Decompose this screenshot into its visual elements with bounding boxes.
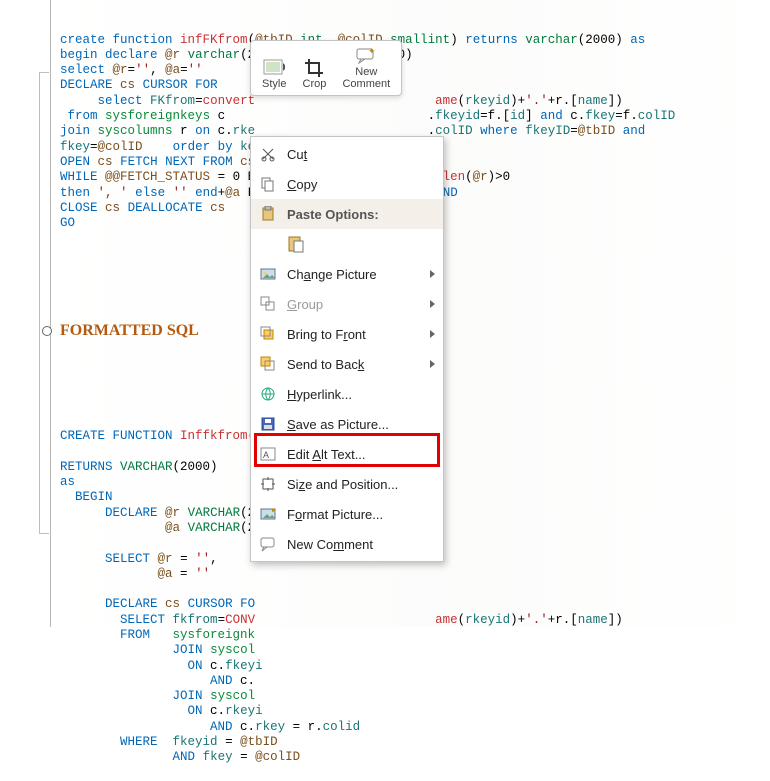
- style-icon: [262, 58, 286, 78]
- menu-hyperlink[interactable]: Hyperlink...: [251, 379, 443, 409]
- menu-save-as-picture-label: Save as Picture...: [287, 417, 435, 432]
- size-position-icon: [257, 473, 279, 495]
- comment-icon: [257, 533, 279, 555]
- cut-icon: [257, 143, 279, 165]
- alt-text-icon: A: [257, 443, 279, 465]
- menu-save-as-picture[interactable]: Save as Picture...: [251, 409, 443, 439]
- paste-default-icon: [285, 233, 307, 255]
- menu-alt-text-label: Edit Alt Text...: [287, 447, 435, 462]
- menu-format-picture[interactable]: Format Picture...: [251, 499, 443, 529]
- crop-icon: [302, 58, 326, 78]
- menu-paste-options: Paste Options:: [251, 199, 443, 229]
- menu-group[interactable]: Group: [251, 289, 443, 319]
- svg-text:A: A: [263, 450, 269, 460]
- paste-icon: [257, 203, 279, 225]
- menu-change-picture-label: Change Picture: [287, 267, 430, 282]
- menu-send-back[interactable]: Send to Back: [251, 349, 443, 379]
- menu-bring-front-label: Bring to Front: [287, 327, 430, 342]
- menu-new-comment[interactable]: New Comment: [251, 529, 443, 559]
- group-icon: [257, 293, 279, 315]
- crop-button[interactable]: Crop: [296, 44, 332, 92]
- send-back-icon: [257, 353, 279, 375]
- menu-copy-label: Copy: [287, 177, 435, 192]
- mini-toolbar: Style Crop ✦ New Comment: [250, 40, 402, 96]
- selection-anchor: [42, 326, 52, 336]
- new-comment-button[interactable]: ✦ New Comment: [336, 44, 396, 92]
- menu-size-position[interactable]: Size and Position...: [251, 469, 443, 499]
- submenu-arrow-icon: [430, 360, 435, 368]
- submenu-arrow-icon: [430, 300, 435, 308]
- style-label: Style: [262, 78, 286, 90]
- save-picture-icon: [257, 413, 279, 435]
- menu-new-comment-label: New Comment: [287, 537, 435, 552]
- menu-format-picture-label: Format Picture...: [287, 507, 435, 522]
- menu-paste-options-label: Paste Options:: [287, 207, 435, 222]
- context-menu: Cut Copy Paste Options: Change Picture G…: [250, 136, 444, 562]
- menu-copy[interactable]: Copy: [251, 169, 443, 199]
- svg-text:✦: ✦: [368, 48, 376, 56]
- menu-alt-text[interactable]: A Edit Alt Text...: [251, 439, 443, 469]
- menu-paste-default[interactable]: [251, 229, 443, 259]
- menu-group-label: Group: [287, 297, 430, 312]
- menu-size-position-label: Size and Position...: [287, 477, 435, 492]
- style-button[interactable]: Style: [256, 44, 292, 92]
- menu-change-picture[interactable]: Change Picture: [251, 259, 443, 289]
- new-comment-icon: ✦: [354, 46, 378, 66]
- submenu-arrow-icon: [430, 330, 435, 338]
- submenu-arrow-icon: [430, 270, 435, 278]
- page-gutter: [39, 72, 49, 534]
- bring-front-icon: [257, 323, 279, 345]
- change-picture-icon: [257, 263, 279, 285]
- new-comment-label-2: Comment: [342, 78, 390, 90]
- menu-bring-front[interactable]: Bring to Front: [251, 319, 443, 349]
- menu-cut[interactable]: Cut: [251, 139, 443, 169]
- copy-icon: [257, 173, 279, 195]
- format-picture-icon: [257, 503, 279, 525]
- crop-label: Crop: [303, 78, 327, 90]
- new-comment-label-1: New: [355, 66, 377, 78]
- menu-send-back-label: Send to Back: [287, 357, 430, 372]
- menu-cut-label: Cut: [287, 147, 435, 162]
- menu-hyperlink-label: Hyperlink...: [287, 387, 435, 402]
- hyperlink-icon: [257, 383, 279, 405]
